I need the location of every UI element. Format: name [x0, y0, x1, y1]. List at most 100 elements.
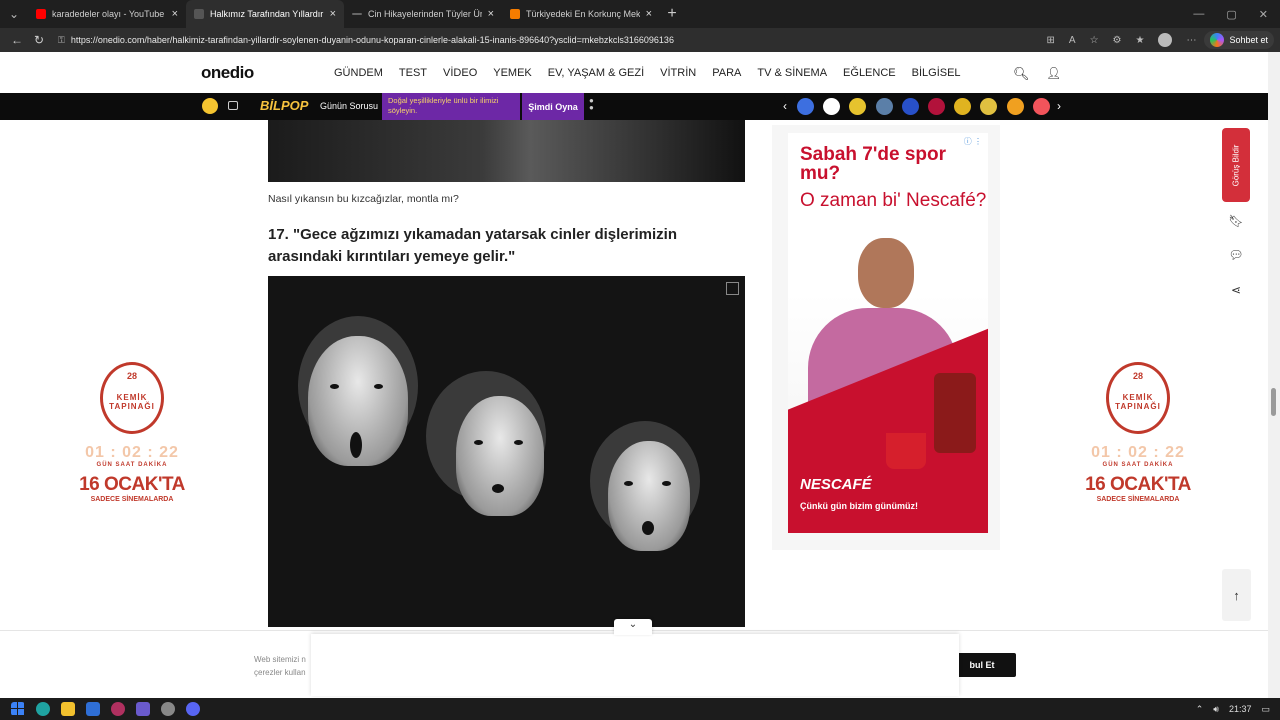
- reload-icon[interactable]: ↻: [28, 33, 50, 47]
- nav-item[interactable]: EĞLENCE: [843, 67, 896, 79]
- clock[interactable]: 21:37: [1229, 704, 1252, 714]
- tab-label: karadedeler olayı - YouTube: [52, 9, 165, 19]
- share-icon[interactable]: ⋖: [1227, 283, 1245, 301]
- close-tab-icon[interactable]: ×: [646, 8, 652, 20]
- site-info-icon[interactable]: ⚿: [58, 35, 65, 46]
- nav-item[interactable]: GÜNDEM: [334, 67, 383, 79]
- video-icon[interactable]: [228, 101, 238, 110]
- scroll-to-top-button[interactable]: ↑: [1222, 569, 1251, 621]
- browser-tab[interactable]: Türkiyedeki En Korkunç Mekanlar ×: [502, 0, 660, 28]
- site-logo[interactable]: onedio: [201, 63, 254, 83]
- fullscreen-icon[interactable]: [726, 282, 739, 295]
- masked-face: [456, 396, 544, 516]
- play-now-button[interactable]: Şimdi Oyna: [522, 93, 584, 120]
- browser-tab-active[interactable]: Halkımız Tarafından Yıllardır Söyle ×: [186, 0, 344, 28]
- page-scrollbar[interactable]: [1268, 52, 1280, 698]
- close-tab-icon[interactable]: ×: [488, 8, 494, 20]
- browser-tab[interactable]: karadedeler olayı - YouTube ×: [28, 0, 186, 28]
- story-bubble[interactable]: [797, 98, 814, 115]
- nav-item[interactable]: PARA: [712, 67, 741, 79]
- minimize-icon[interactable]: —: [1193, 8, 1204, 21]
- nav-item[interactable]: TEST: [399, 67, 427, 79]
- copilot-button[interactable]: Sohbet et: [1204, 31, 1274, 49]
- nav-item[interactable]: BİLGİSEL: [912, 67, 961, 79]
- notifications-icon[interactable]: ▭: [1261, 704, 1270, 715]
- story-bubble[interactable]: [849, 98, 867, 115]
- favorite-star-icon[interactable]: ☆: [1090, 35, 1099, 46]
- favorites-icon[interactable]: ★: [1136, 35, 1145, 46]
- promo-strip: BİLPOP Günün Sorusu Doğal yeşillikleriyl…: [0, 93, 1268, 120]
- ad-brand: NESCAFÉ: [800, 476, 872, 493]
- extensions-icon[interactable]: ⚙: [1113, 35, 1122, 46]
- read-aloud-icon[interactable]: A: [1069, 35, 1076, 46]
- url-text: https://onedio.com/haber/halkimiz-tarafi…: [70, 35, 674, 45]
- window-controls: — ▢ ✕: [1193, 8, 1280, 21]
- film-title: KEMİK TAPINAĞI: [109, 393, 155, 411]
- close-window-icon[interactable]: ✕: [1259, 8, 1268, 21]
- bilpop-logo[interactable]: BİLPOP: [260, 98, 308, 113]
- mask-mouth: [492, 484, 504, 493]
- story-bubble[interactable]: [823, 98, 841, 115]
- story-bubble[interactable]: [1032, 98, 1050, 115]
- chevron-left-icon[interactable]: ‹: [783, 99, 787, 113]
- app-icon[interactable]: [161, 702, 175, 716]
- story-bubble[interactable]: [954, 98, 972, 115]
- bookmark-icon[interactable]: 🔖︎: [1227, 214, 1245, 232]
- discord-icon[interactable]: [186, 702, 200, 716]
- nav-item[interactable]: TV & SİNEMA: [757, 67, 827, 79]
- masked-face: [308, 336, 408, 466]
- more-icon[interactable]: ⋯: [1186, 35, 1196, 46]
- cookie-text-line2: çerezler kullan: [254, 668, 306, 677]
- profile-avatar[interactable]: [1158, 33, 1173, 47]
- nav-item[interactable]: VİTRİN: [660, 67, 696, 79]
- maximize-icon[interactable]: ▢: [1226, 8, 1236, 21]
- mask-mouth: [642, 521, 654, 535]
- cinema-note: SADECE SİNEMALARDA: [1096, 496, 1180, 503]
- blogger-icon: [510, 9, 520, 19]
- collapse-ad-chevron-icon[interactable]: ⌄: [614, 619, 652, 635]
- story-bubble[interactable]: [901, 98, 919, 115]
- nav-item[interactable]: YEMEK: [493, 67, 532, 79]
- app-available-icon[interactable]: ⊞: [1047, 35, 1055, 46]
- os-taskbar: ⌃ 🔊︎ 21:37 ▭: [0, 698, 1280, 720]
- feedback-button[interactable]: Görüş Bildir: [1222, 128, 1250, 202]
- user-icon[interactable]: 👤︎: [1046, 66, 1061, 80]
- tab-menu-chevron-icon[interactable]: ⌄: [0, 0, 28, 28]
- game-icon[interactable]: [202, 98, 218, 114]
- edge-icon[interactable]: [36, 702, 50, 716]
- back-icon[interactable]: ←: [6, 33, 28, 47]
- app-icon[interactable]: [111, 702, 125, 716]
- side-ad-left[interactable]: 28 KEMİK TAPINAĞI 01 : 02 : 22 GÜN SAAT …: [72, 362, 192, 532]
- volume-icon[interactable]: 🔊︎: [1213, 704, 1219, 715]
- story-bubble[interactable]: [980, 98, 998, 115]
- close-tab-icon[interactable]: ×: [330, 8, 336, 20]
- nav-item[interactable]: EV, YAŞAM & GEZİ: [548, 67, 644, 79]
- app-icon[interactable]: [136, 702, 150, 716]
- article-media-gif[interactable]: [268, 276, 745, 627]
- close-tab-icon[interactable]: ×: [172, 8, 178, 20]
- story-bubble[interactable]: [928, 98, 945, 115]
- main-nav: GÜNDEM TEST VİDEO YEMEK EV, YAŞAM & GEZİ…: [334, 67, 977, 79]
- nav-item[interactable]: VİDEO: [443, 67, 477, 79]
- story-bubble[interactable]: [1006, 98, 1024, 115]
- search-icon[interactable]: 🔍︎: [1013, 66, 1030, 82]
- browser-tab-strip: ⌄ karadedeler olayı - YouTube × Halkımız…: [0, 0, 1280, 28]
- more-vertical-icon[interactable]: ● ●: [589, 97, 594, 112]
- start-icon[interactable]: [11, 702, 25, 716]
- url-field[interactable]: ⚿ https://onedio.com/haber/halkimiz-tara…: [58, 30, 1047, 50]
- tray-chevron-icon[interactable]: ⌃: [1196, 704, 1204, 715]
- chevron-right-icon[interactable]: ›: [1057, 99, 1061, 113]
- ad-headline: Sabah 7'de spor mu?: [800, 144, 947, 184]
- copilot-icon: [1210, 33, 1225, 47]
- file-explorer-icon[interactable]: [61, 702, 75, 716]
- side-ad-right[interactable]: 28 KEMİK TAPINAĞI 01 : 02 : 22 GÜN SAAT …: [1078, 362, 1198, 532]
- scrollbar-thumb[interactable]: [1271, 388, 1276, 416]
- mask-eye: [662, 481, 671, 486]
- app-icon[interactable]: [86, 702, 100, 716]
- new-tab-icon[interactable]: +: [660, 5, 684, 23]
- nescafe-ad[interactable]: ⓘ ⋮ Sabah 7'de spor mu? O zaman bi' Nesc…: [788, 133, 988, 533]
- comments-icon[interactable]: 💬︎: [1227, 248, 1245, 266]
- story-bubble[interactable]: [875, 98, 893, 115]
- browser-tab[interactable]: Cin Hikayelerinden Tüyler Ürperte ×: [344, 0, 502, 28]
- image-caption: Nasıl yıkansın bu kızcağızlar, montla mı…: [268, 193, 459, 205]
